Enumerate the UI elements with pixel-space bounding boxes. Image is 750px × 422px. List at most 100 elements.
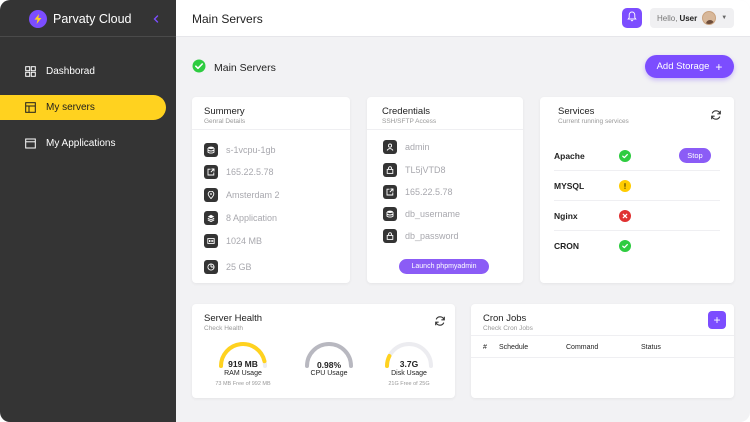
sidebar-item-label: My Applications: [46, 138, 116, 149]
service-name: CRON: [554, 241, 580, 251]
credential-row-db-username[interactable]: db_username: [383, 207, 460, 221]
cron-jobs-card: Cron Jobs Check Cron Jobs + # Schedule C…: [471, 304, 734, 398]
sidebar-item-label: My servers: [46, 102, 95, 113]
lock-icon: [383, 163, 397, 177]
service-row-cron: CRON: [554, 231, 720, 261]
credential-text: TL5jVTD8: [405, 165, 446, 175]
service-row-mysql: MYSQL: [554, 171, 720, 201]
sidebar-item-label: Dashborad: [46, 66, 95, 77]
card-title: Credentials: [382, 106, 431, 117]
services-card: Services Current running services Apache…: [540, 97, 734, 283]
lock-icon: [383, 229, 397, 243]
top-header: Main Servers Hello, User ▼: [176, 0, 750, 37]
credential-row-password[interactable]: TL5jVTD8: [383, 163, 446, 177]
error-icon: [619, 210, 631, 222]
sidebar-divider: [0, 36, 176, 37]
column-header: #: [483, 344, 487, 351]
service-name: Apache: [554, 150, 585, 161]
add-cron-job-button[interactable]: +: [708, 311, 726, 329]
user-icon: [383, 140, 397, 154]
memory-icon: [204, 234, 218, 248]
user-name: User: [679, 13, 698, 23]
gauge-value: 0.98%: [316, 360, 342, 370]
summary-row-text: Amsterdam 2: [226, 190, 280, 200]
divider: [367, 129, 523, 130]
summary-row-text: 8 Application: [226, 213, 278, 223]
refresh-icon[interactable]: [710, 108, 722, 120]
dashboard-icon: [25, 66, 36, 77]
card-subtitle: SSH/SFTP Access: [382, 118, 437, 125]
header-title: Main Servers: [192, 12, 263, 26]
stop-service-button[interactable]: Stop: [679, 148, 711, 163]
credential-text: admin: [405, 142, 430, 152]
database-icon: [383, 207, 397, 221]
divider: [471, 335, 734, 336]
card-subtitle: Check Cron Jobs: [483, 325, 533, 332]
check-circle-icon: [619, 150, 631, 162]
credential-row-db-password[interactable]: db_password: [383, 229, 459, 243]
card-title: Summery: [204, 106, 245, 117]
summary-row-location: Amsterdam 2: [204, 188, 280, 202]
location-icon: [204, 188, 218, 202]
sidebar-item-my-applications[interactable]: My Applications: [0, 131, 166, 156]
external-link-icon: [204, 165, 218, 179]
divider: [192, 129, 350, 130]
bell-icon: [627, 9, 637, 27]
gauge-value: 3.7G: [399, 359, 419, 369]
summary-row-text: s-1vcpu-1gb: [226, 145, 276, 155]
service-name: Nginx: [554, 210, 578, 221]
summary-row-plan: s-1vcpu-1gb: [204, 143, 276, 157]
sidebar: Parvaty Cloud Dashborad My servers My Ap…: [0, 0, 176, 422]
warning-icon: [619, 180, 631, 192]
credential-row-user[interactable]: admin: [383, 140, 430, 154]
collapse-sidebar-icon[interactable]: [150, 12, 162, 24]
refresh-icon[interactable]: [434, 314, 446, 326]
card-subtitle: Genral Details: [204, 118, 246, 125]
service-row-nginx: Nginx: [554, 201, 720, 231]
greeting-text: Hello,: [657, 13, 678, 23]
pie-icon: [204, 260, 218, 274]
gauge-label: RAM Usage: [224, 370, 262, 377]
card-subtitle: Check Health: [204, 325, 244, 332]
summary-row-ip: 165.22.5.78: [204, 165, 274, 179]
credential-text: db_username: [405, 209, 461, 219]
column-header: Command: [566, 344, 599, 351]
column-header: Status: [641, 344, 661, 351]
check-circle-icon: [619, 240, 631, 252]
summary-row-text: 1024 MB: [226, 236, 263, 246]
summary-row-apps: 8 Application: [204, 211, 277, 225]
add-storage-label: Add Storage: [656, 61, 710, 72]
credential-text: 165.22.5.78: [405, 187, 453, 197]
card-subtitle: Current running services: [558, 118, 629, 125]
gauge-cpu: 0.98% CPU Usage: [299, 340, 359, 381]
plus-icon: +: [715, 59, 723, 74]
service-row-apache: Apache Stop: [554, 141, 720, 171]
card-title: Services: [558, 106, 595, 117]
sidebar-item-my-servers[interactable]: My servers: [0, 95, 166, 120]
user-menu[interactable]: Hello, User ▼: [650, 8, 734, 28]
avatar: [702, 11, 717, 25]
database-icon: [204, 143, 218, 157]
sidebar-item-dashboard[interactable]: Dashborad: [0, 59, 166, 84]
brand[interactable]: Parvaty Cloud: [29, 9, 132, 29]
lightning-icon: [29, 10, 47, 28]
notifications-button[interactable]: [622, 8, 642, 28]
divider: [471, 357, 734, 358]
gauge-ram: 919 MB RAM Usage 73 MB Free of 992 MB: [213, 340, 273, 387]
service-name: MYSQL: [554, 180, 585, 191]
layers-icon: [204, 211, 218, 225]
credential-text: db_password: [405, 231, 459, 241]
gauge-label: CPU Usage: [310, 370, 348, 377]
external-link-icon: [383, 185, 397, 199]
card-title: Cron Jobs: [483, 313, 527, 324]
server-health-card: Server Health Check Health 919 MB RAM Us…: [192, 304, 455, 398]
chevron-down-icon: ▼: [721, 15, 728, 21]
gauge-value: 919 MB: [228, 359, 258, 369]
credential-row-host[interactable]: 165.22.5.78: [383, 185, 453, 199]
check-circle-icon: [192, 59, 206, 78]
launch-phpmyadmin-button[interactable]: Launch phpmyadmin: [399, 259, 489, 274]
add-storage-button[interactable]: Add Storage +: [645, 55, 734, 78]
gauge-subtext: 21G Free of 25G: [388, 381, 430, 387]
column-header: Schedule: [499, 344, 529, 351]
summary-row-text: 25 GB: [226, 262, 252, 272]
